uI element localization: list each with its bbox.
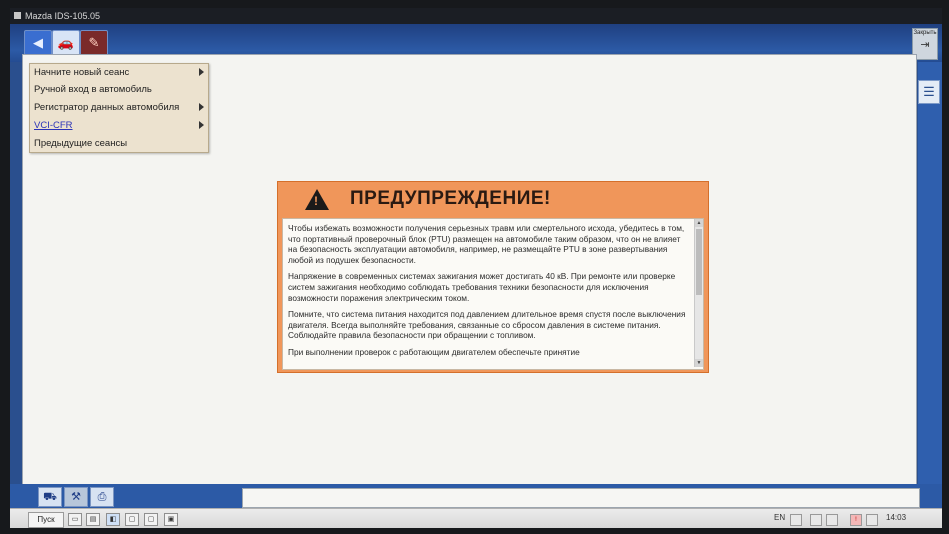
- warning-paragraph: Чтобы избежать возможности получения сер…: [288, 223, 685, 265]
- menu-item-manual-entry[interactable]: Ручной вход в автомобиль: [34, 81, 206, 98]
- app-icon: [14, 12, 21, 19]
- submenu-arrow-icon: [199, 121, 204, 129]
- menu-item-previous-sessions[interactable]: Предыдущие сеансы: [34, 135, 206, 152]
- right-sidebar: [918, 62, 942, 498]
- back-arrow-icon: ◀: [33, 35, 43, 50]
- warning-scrollbar[interactable]: ▲ ▼: [694, 219, 703, 367]
- menu-item-data-logger[interactable]: Регистратор данных автомобиля: [34, 99, 206, 116]
- taskbar-window-icon[interactable]: ▢: [144, 513, 158, 526]
- screen: Mazda IDS-105.05 ◀ 🚗 ✎ Закрыть ⇥ ☰ Начни…: [10, 8, 942, 528]
- taskbar-app-icon[interactable]: ▣: [164, 513, 178, 526]
- menu-item-label: Ручной вход в автомобиль: [34, 84, 152, 95]
- warning-icon: !: [305, 189, 329, 210]
- car-icon: 🚗: [57, 35, 75, 50]
- close-icon: ⇥: [920, 39, 930, 51]
- warning-text: Чтобы избежать возможности получения сер…: [288, 223, 688, 364]
- list-icon: ☰: [923, 84, 935, 99]
- toolbox-tab[interactable]: ⚒: [64, 487, 88, 507]
- menu-item-label: Начните новый сеанс: [34, 67, 130, 78]
- warning-paragraph: При выполнении проверок с работающим дви…: [288, 346, 580, 357]
- report-tab[interactable]: ⎙: [90, 487, 114, 507]
- taskbar-clock[interactable]: 14:03: [886, 513, 906, 522]
- window-title: Mazda IDS-105.05: [25, 11, 101, 21]
- taskbar-window-icon[interactable]: ▢: [125, 513, 139, 526]
- taskbar-ids-icon[interactable]: ◧: [106, 513, 120, 526]
- scroll-thumb[interactable]: [696, 229, 702, 295]
- warning-header: ! ПРЕДУПРЕЖДЕНИЕ!: [278, 182, 708, 218]
- menu-item-vci-cfr[interactable]: VCI-CFR: [34, 117, 206, 134]
- tray-app-icon[interactable]: [826, 514, 838, 526]
- warning-paragraph: Помните, что система питания находится п…: [288, 309, 686, 341]
- toolbox-button[interactable]: ✎: [80, 30, 108, 56]
- warning-body[interactable]: Чтобы избежать возможности получения сер…: [282, 218, 704, 370]
- session-menu: Начните новый сеанс Ручной вход в автомо…: [29, 63, 209, 153]
- language-indicator[interactable]: EN: [774, 513, 785, 522]
- tray-volume-icon[interactable]: [866, 514, 878, 526]
- start-label: Пуск: [37, 515, 55, 524]
- warning-paragraph: Напряжение в современных системах зажига…: [288, 271, 676, 303]
- scroll-up-icon[interactable]: ▲: [695, 219, 703, 227]
- menu-item-label: VCI-CFR: [34, 120, 73, 131]
- list-view-button[interactable]: ☰: [918, 80, 940, 104]
- start-button[interactable]: Пуск: [28, 512, 64, 528]
- back-button[interactable]: ◀: [24, 30, 52, 56]
- warning-dialog: ! ПРЕДУПРЕЖДЕНИЕ! Чтобы избежать возможн…: [277, 181, 709, 373]
- taskbar-explorer-icon[interactable]: ▭: [68, 513, 82, 526]
- menu-item-label: Регистратор данных автомобиля: [34, 102, 180, 113]
- close-label: Закрыть: [913, 30, 937, 36]
- main-panel: Начните новый сеанс Ручной вход в автомо…: [22, 54, 917, 490]
- printer-icon: ⎙: [97, 491, 107, 503]
- windows-taskbar: Пуск ▭ ▤ ◧ ▢ ▢ ▣ EN ! 14:03: [10, 508, 942, 528]
- submenu-arrow-icon: [199, 68, 204, 76]
- tray-app-icon[interactable]: [810, 514, 822, 526]
- wrench-icon: ⚒: [71, 491, 81, 503]
- vehicle-session-tab[interactable]: ⛟: [38, 487, 62, 507]
- menu-item-new-session[interactable]: Начните новый сеанс: [34, 64, 206, 81]
- status-area: [242, 488, 920, 508]
- title-bar: Mazda IDS-105.05: [10, 8, 942, 24]
- tray-alert-icon[interactable]: !: [850, 514, 862, 526]
- tray-network-icon[interactable]: [790, 514, 802, 526]
- vehicle-button[interactable]: 🚗: [52, 30, 80, 56]
- car-lift-icon: ⛟: [43, 491, 57, 503]
- submenu-arrow-icon: [199, 103, 204, 111]
- menu-item-label: Предыдущие сеансы: [34, 138, 128, 149]
- taskbar-folder-icon[interactable]: ▤: [86, 513, 100, 526]
- scroll-down-icon[interactable]: ▼: [695, 359, 703, 367]
- warning-title: ПРЕДУПРЕЖДЕНИЕ!: [350, 188, 551, 209]
- toolbox-icon: ✎: [88, 35, 100, 50]
